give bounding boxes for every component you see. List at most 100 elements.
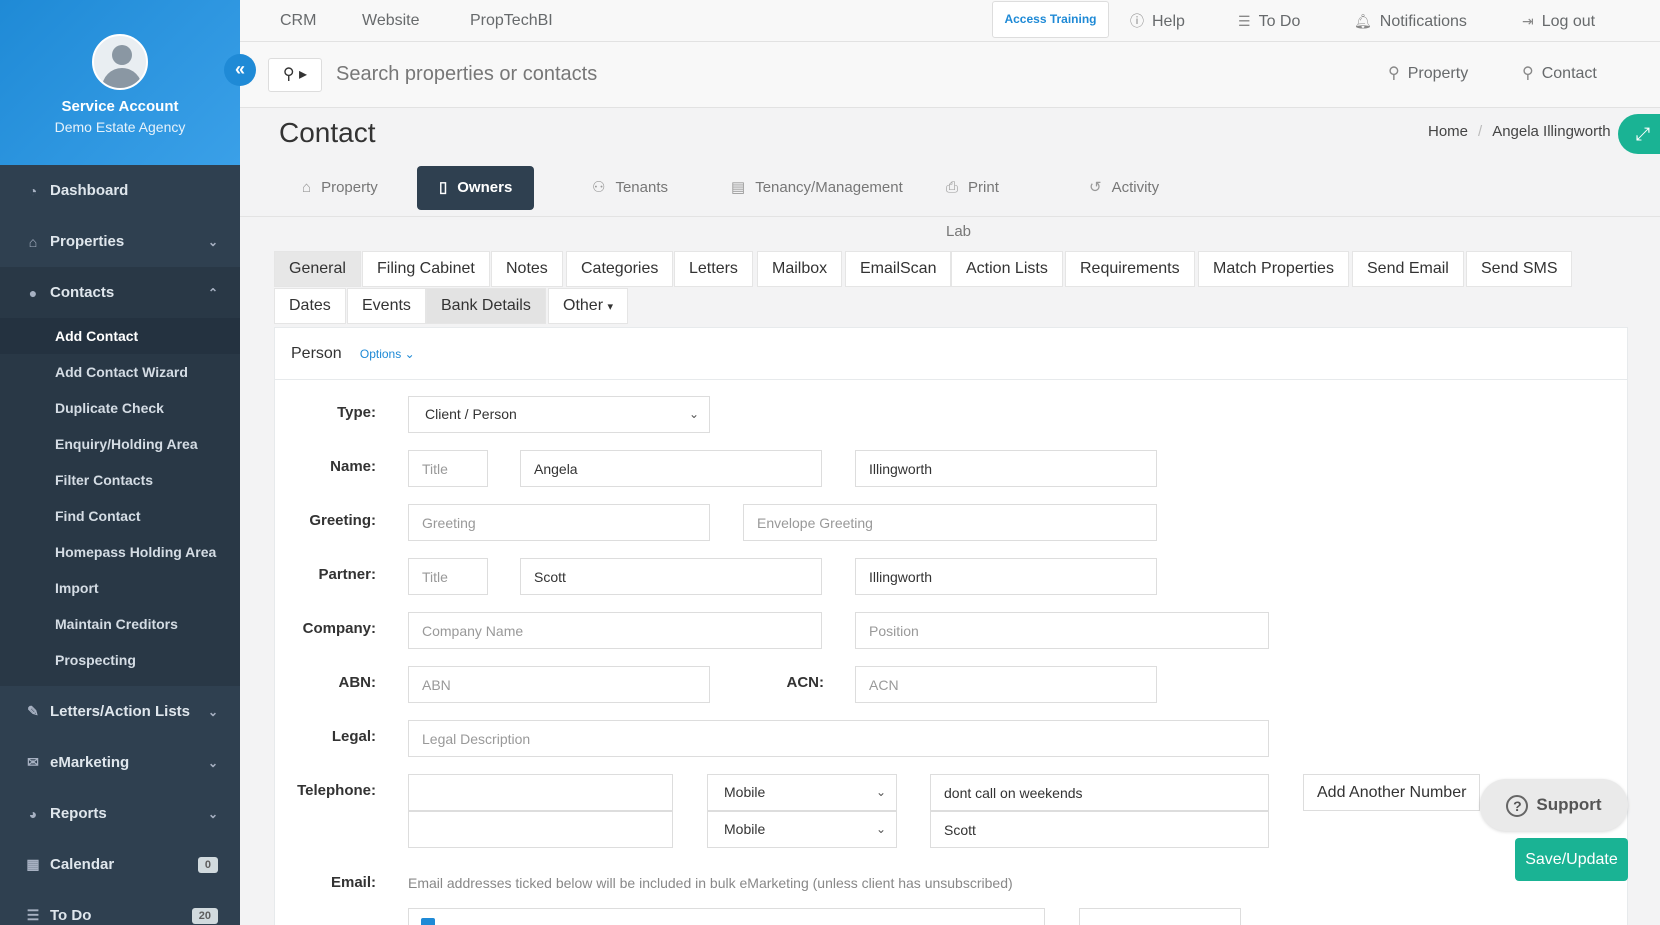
top-link-website[interactable]: Website (362, 0, 420, 42)
top-link-proptechbi[interactable]: PropTechBI (470, 0, 553, 42)
add-another-email-button[interactable] (1079, 908, 1241, 925)
panel-header: Person Options ⌄ (275, 328, 1627, 380)
tab-activity[interactable]: ↺ Activity (1067, 166, 1181, 210)
acn-input[interactable] (855, 666, 1157, 703)
sidebar-item-contacts[interactable]: ● Contacts ⌃ (0, 267, 240, 318)
subtab-requirements[interactable]: Requirements (1065, 251, 1195, 287)
phone-type-select-2[interactable]: Mobile ⌄ (707, 811, 897, 848)
subtab-other-label: Other (563, 297, 604, 314)
abn-input[interactable] (408, 666, 710, 703)
property-search-link[interactable]: ⚲ Property (1388, 54, 1468, 94)
tab-label: Activity (1111, 179, 1160, 196)
submenu-add-contact[interactable]: Add Contact (0, 318, 240, 354)
submenu-prospecting[interactable]: Prospecting (0, 642, 240, 678)
phone-note-input-1[interactable] (930, 774, 1269, 811)
greeting-input[interactable] (408, 504, 710, 541)
subtab-events[interactable]: Events (347, 288, 426, 324)
tab-tenancy-management[interactable]: ▤ Tenancy/Management (709, 166, 925, 210)
subtab-letters[interactable]: Letters (674, 251, 753, 287)
logout-link[interactable]: ⇥ Log out (1522, 0, 1595, 42)
subtab-other[interactable]: Other ▾ (548, 288, 628, 324)
submenu-filter-contacts[interactable]: Filter Contacts (0, 462, 240, 498)
subtab-dates[interactable]: Dates (274, 288, 346, 324)
envelope-greeting-input[interactable] (743, 504, 1157, 541)
save-update-button[interactable]: Save/Update (1515, 838, 1628, 881)
first-name-input[interactable] (520, 450, 822, 487)
sidebar-item-dashboard[interactable]: ◔ Dashboard (0, 165, 240, 216)
notifications-link[interactable]: 🔔︎ Notifications (1354, 0, 1467, 42)
list-icon: ☰ (1238, 13, 1251, 29)
sidebar-item-properties[interactable]: ⌂ Properties ⌄ (0, 216, 240, 267)
access-training-button[interactable]: Access Training (992, 1, 1109, 38)
top-link-crm[interactable]: CRM (280, 0, 316, 42)
contact-search-link[interactable]: ⚲ Contact (1522, 54, 1597, 94)
subtab-mailbox[interactable]: Mailbox (757, 251, 843, 287)
breadcrumb-home[interactable]: Home (1428, 123, 1468, 140)
email-row[interactable] (408, 908, 1045, 925)
email-checkbox[interactable] (421, 918, 435, 925)
subtab-action-lists[interactable]: Action Lists (951, 251, 1063, 287)
last-name-input[interactable] (855, 450, 1157, 487)
name-title-input[interactable] (408, 450, 488, 487)
todo-link[interactable]: ☰ To Do (1238, 0, 1300, 42)
partner-first-name-input[interactable] (520, 558, 822, 595)
chevron-down-icon: ⌄ (207, 234, 218, 249)
subtab-send-email[interactable]: Send Email (1352, 251, 1464, 287)
submenu-homepass-holding-area[interactable]: Homepass Holding Area (0, 534, 240, 570)
type-select[interactable]: Client / Person ⌄ (408, 396, 710, 433)
sign-out-icon: ⇥ (1522, 13, 1534, 29)
phone-number-input-1[interactable] (408, 774, 673, 811)
subtab-match-properties[interactable]: Match Properties (1198, 251, 1349, 287)
chevron-down-icon: ⌄ (404, 347, 415, 361)
sidebar-item-reports[interactable]: ◕ Reports ⌄ (0, 788, 240, 839)
question-icon: ? (1506, 794, 1529, 817)
support-button[interactable]: ? Support (1480, 779, 1628, 831)
avatar[interactable] (92, 34, 148, 90)
submenu-import[interactable]: Import (0, 570, 240, 606)
sidebar-item-label: Dashboard (50, 182, 129, 199)
expand-button[interactable]: ⤢ (1618, 114, 1660, 154)
breadcrumb: Home / Angela Illingworth (1428, 123, 1611, 140)
subtab-notes[interactable]: Notes (491, 251, 563, 287)
home-icon: ⌂ (28, 233, 38, 250)
submenu-find-contact[interactable]: Find Contact (0, 498, 240, 534)
phone-type-select-1[interactable]: Mobile ⌄ (707, 774, 897, 811)
search-input[interactable] (336, 54, 1236, 94)
tab-tenants[interactable]: ⚇ Tenants (570, 166, 690, 210)
subtab-general[interactable]: General (274, 251, 361, 287)
subtab-send-sms[interactable]: Send SMS (1466, 251, 1573, 287)
legal-label: Legal: (331, 728, 376, 745)
phone-note-input-2[interactable] (930, 811, 1269, 848)
search-type-button[interactable]: ⚲ ▸ (268, 58, 322, 92)
subtab-bank-details[interactable]: Bank Details (426, 288, 546, 324)
subtab-categories[interactable]: Categories (566, 251, 674, 287)
page-title: Contact (279, 117, 376, 148)
collapse-sidebar-button[interactable]: « (224, 54, 256, 86)
submenu-maintain-creditors[interactable]: Maintain Creditors (0, 606, 240, 642)
submenu-add-contact-wizard[interactable]: Add Contact Wizard (0, 354, 240, 390)
options-dropdown[interactable]: Options ⌄ (360, 347, 415, 361)
submenu-enquiry-holding-area[interactable]: Enquiry/Holding Area (0, 426, 240, 462)
company-name-input[interactable] (408, 612, 822, 649)
subtab-filing-cabinet[interactable]: Filing Cabinet (362, 251, 490, 287)
partner-label: Partner: (318, 566, 376, 583)
help-link[interactable]: ⓘ Help (1130, 0, 1185, 42)
tab-owners[interactable]: ▯ Owners (417, 166, 535, 210)
chevron-down-icon: ⌄ (207, 806, 218, 821)
partner-title-input[interactable] (408, 558, 488, 595)
partner-last-name-input[interactable] (855, 558, 1157, 595)
sidebar-item-calendar[interactable]: ▦ Calendar 0 (0, 839, 240, 890)
sidebar-item-label: Calendar (50, 856, 115, 873)
sidebar-item-emarketing[interactable]: ✉ eMarketing ⌄ (0, 737, 240, 788)
sidebar-item-todo[interactable]: ☰ To Do 20 (0, 890, 240, 925)
submenu-duplicate-check[interactable]: Duplicate Check (0, 390, 240, 426)
tab-print-lab[interactable]: ⎙ Print Lab (924, 166, 1021, 240)
tab-property[interactable]: ⌂ Property (280, 166, 400, 210)
add-another-number-button[interactable]: Add Another Number (1303, 774, 1481, 811)
position-input[interactable] (855, 612, 1269, 649)
phone-number-input-2[interactable] (408, 811, 673, 848)
subtab-emailscan[interactable]: EmailScan (845, 251, 952, 287)
search-bar: ⚲ ▸ ⚲ Property ⚲ Contact (240, 42, 1660, 108)
sidebar-item-letters[interactable]: ✎ Letters/Action Lists ⌄ (0, 686, 240, 737)
legal-description-input[interactable] (408, 720, 1269, 757)
